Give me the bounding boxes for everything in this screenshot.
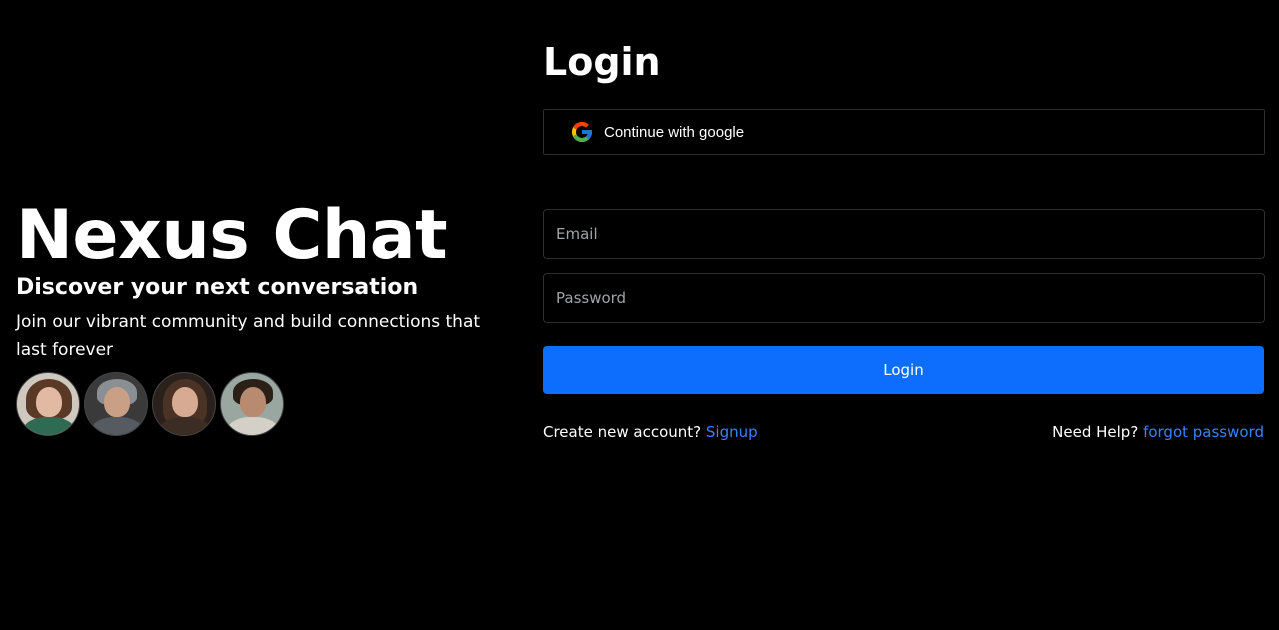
password-field[interactable]	[543, 273, 1265, 323]
login-page: Nexus Chat Discover your next conversati…	[0, 0, 1279, 630]
signup-prompt-row: Create new account? Signup	[543, 422, 758, 442]
avatar	[84, 372, 148, 436]
signup-link[interactable]: Signup	[706, 423, 758, 441]
avatar	[16, 372, 80, 436]
google-icon	[572, 122, 592, 142]
help-prompt: Need Help?	[1052, 423, 1144, 441]
avatar	[220, 372, 284, 436]
google-login-button[interactable]: Continue with google	[543, 109, 1265, 155]
hero-description: Join our vibrant community and build con…	[16, 312, 481, 360]
hero-section: Nexus Chat Discover your next conversati…	[16, 198, 506, 436]
login-form: Login Continue with google Login Create …	[543, 40, 1265, 442]
forgot-password-link[interactable]: forgot password	[1143, 423, 1264, 441]
signup-prompt: Create new account?	[543, 423, 706, 441]
avatar-group	[16, 372, 506, 436]
avatar	[152, 372, 216, 436]
google-button-label: Continue with google	[604, 123, 745, 141]
help-row: Need Help? forgot password	[1052, 422, 1264, 442]
auth-links: Create new account? Signup Need Help? fo…	[543, 422, 1264, 442]
login-title: Login	[543, 40, 661, 84]
app-title: Nexus Chat	[16, 196, 448, 275]
email-field[interactable]	[543, 209, 1265, 259]
hero-subtitle: Discover your next conversation	[16, 275, 419, 300]
login-button[interactable]: Login	[543, 346, 1264, 394]
